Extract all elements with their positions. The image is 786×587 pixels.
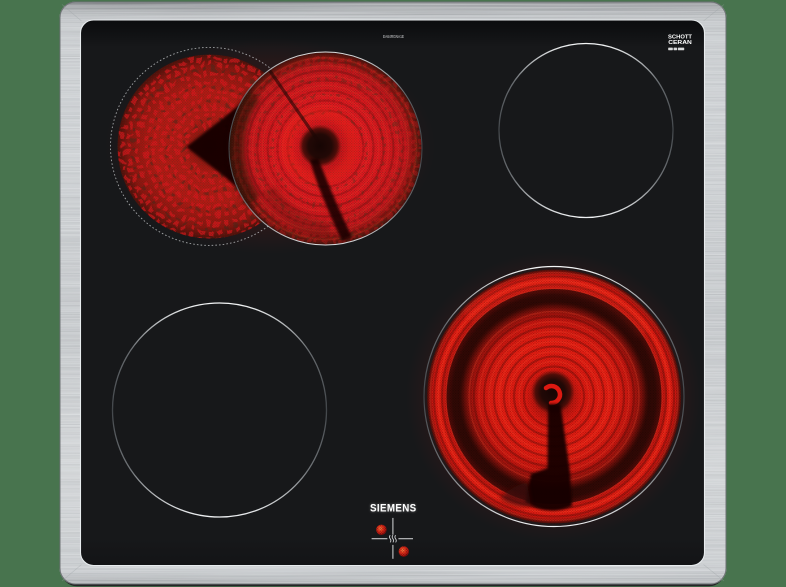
svg-text:SIEMENS: SIEMENS [370,503,417,515]
svg-text:EA64RGNA1E: EA64RGNA1E [383,34,404,39]
svg-text:CERAN: CERAN [668,40,692,46]
